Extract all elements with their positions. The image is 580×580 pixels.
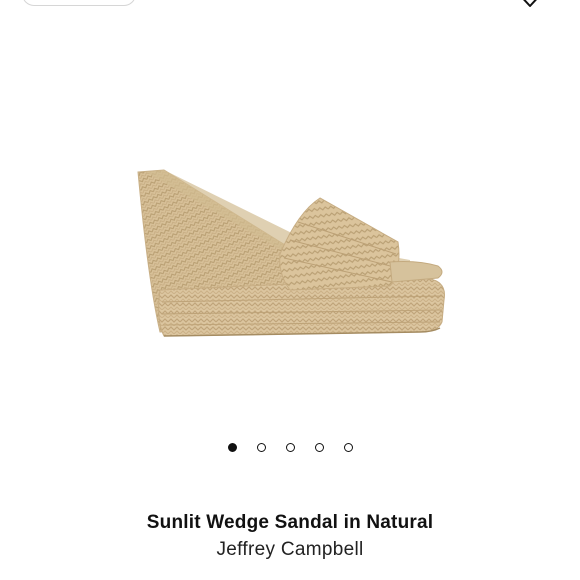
carousel-dot-1[interactable] (227, 443, 237, 452)
carousel-dot-5[interactable] (343, 443, 353, 452)
product-brand[interactable]: Jeffrey Campbell (0, 539, 580, 561)
carousel-dot-4[interactable] (314, 443, 324, 452)
carousel-dots (0, 443, 580, 457)
product-title: Sunlit Wedge Sandal in Natural (146, 512, 434, 533)
product-image[interactable] (120, 150, 460, 360)
heart-icon[interactable] (514, 0, 546, 12)
carousel-dot-3[interactable] (285, 443, 295, 452)
top-pill-button[interactable] (22, 0, 136, 6)
carousel-dot-2[interactable] (256, 443, 266, 452)
